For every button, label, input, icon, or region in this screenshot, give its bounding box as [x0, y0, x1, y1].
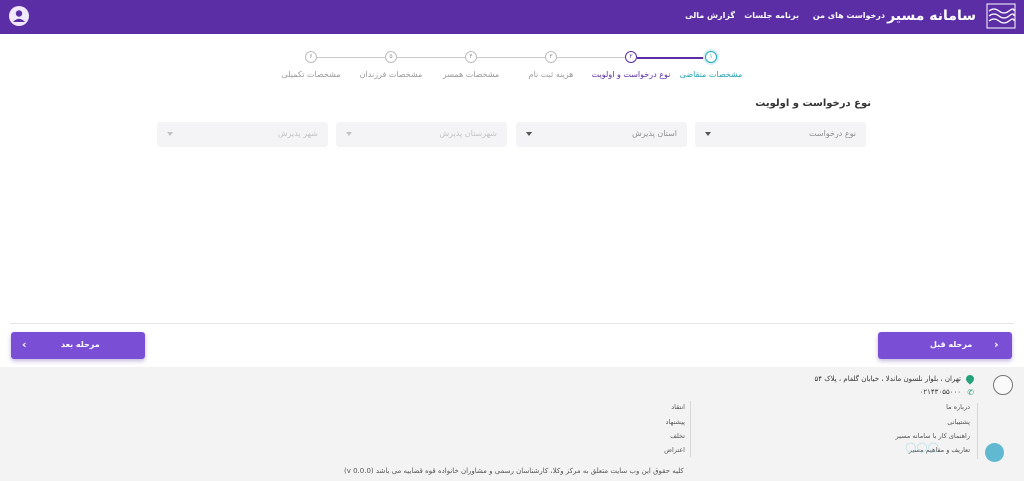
footer-link-objection[interactable]: اعتراض: [664, 446, 685, 454]
city-select[interactable]: شهر پذیرش: [157, 122, 328, 147]
city-placeholder: شهر پذیرش: [277, 129, 318, 138]
step-label-children[interactable]: مشخصات فرزندان: [360, 70, 423, 79]
prev-step-label: مرحله قبل: [930, 340, 973, 349]
caret-down-icon: [526, 132, 532, 136]
step-circle-3[interactable]: ۳: [545, 51, 557, 63]
footer-link-guide[interactable]: راهنمای کار با سامانه مسیر: [896, 432, 970, 440]
step-label-registration-fee[interactable]: هزینه ثبت نام: [529, 70, 574, 79]
step-connector: [477, 57, 545, 58]
caret-down-icon: [346, 132, 352, 136]
step-connector: [317, 57, 385, 58]
phone-icon: ✆: [967, 388, 974, 397]
divider: [10, 323, 1014, 324]
step-label-additional[interactable]: مشخصات تکمیلی: [281, 70, 340, 79]
step-circle-2[interactable]: ۲: [625, 51, 637, 63]
user-avatar[interactable]: [9, 6, 29, 26]
step-label-request-type[interactable]: نوع درخواست و اولویت: [592, 70, 671, 79]
step-label-spouse[interactable]: مشخصات همسر: [443, 70, 499, 79]
footer-link-about[interactable]: درباره ما: [946, 403, 970, 411]
nav-my-requests[interactable]: درخواست های من: [813, 11, 885, 20]
province-select[interactable]: استان پذیرش: [516, 122, 687, 147]
step-connector-done: [637, 57, 705, 59]
caret-down-icon: [167, 132, 173, 136]
chevron-left-icon: ‹: [22, 338, 27, 351]
section-title: نوع درخواست و اولویت: [755, 98, 871, 109]
request-type-placeholder: نوع درخواست: [809, 129, 856, 138]
footer-link-criticism[interactable]: انتقاد: [671, 403, 685, 411]
footer-link-violation[interactable]: تخلف: [670, 432, 685, 440]
nav-financial-report[interactable]: گزارش مالی: [685, 11, 735, 20]
chat-widget-icon[interactable]: [985, 443, 1004, 462]
province-placeholder: استان پذیرش: [631, 129, 677, 138]
nav-meetings[interactable]: برنامه جلسات: [744, 11, 799, 20]
brand-title: سامانه مسیر: [887, 8, 976, 24]
step-circle-5[interactable]: ۵: [385, 51, 397, 63]
footer-vertical-divider: [690, 401, 691, 457]
step-circle-4[interactable]: ۴: [465, 51, 477, 63]
step-connector: [397, 57, 465, 58]
prev-step-button[interactable]: › مرحله قبل: [878, 332, 1012, 359]
county-select[interactable]: شهرستان پذیرش: [336, 122, 507, 147]
request-type-select[interactable]: نوع درخواست: [695, 122, 866, 147]
footer-link-support[interactable]: پشتیبانی: [947, 418, 970, 426]
footer-phone: ۰۲۱۴۳۰۵۵۰۰۰: [919, 388, 961, 396]
footer-copyright: کلیه حقوق این وب سایت متعلق به مرکز وکلا…: [344, 467, 684, 475]
next-step-button[interactable]: ‹ مرحله بعد: [11, 332, 145, 359]
footer-vertical-divider: [977, 403, 978, 459]
caret-down-icon: [705, 132, 711, 136]
footer-address: تهران ، بلوار نلسون ماندلا ، خیابان گلفا…: [814, 375, 962, 383]
footer-link-suggestion[interactable]: پیشنهاد: [666, 418, 685, 426]
top-header: سامانه مسیر درخواست های من برنامه جلسات …: [0, 0, 1024, 34]
judiciary-emblem-icon: [993, 375, 1013, 395]
chevron-right-icon: ›: [994, 338, 999, 351]
page-footer: [0, 367, 1024, 481]
next-step-label: مرحله بعد: [61, 340, 100, 349]
step-circle-6[interactable]: ۶: [305, 51, 317, 63]
step-connector: [557, 57, 625, 58]
county-placeholder: شهرستان پذیرش: [439, 129, 497, 138]
step-label-applicant[interactable]: مشخصات متقاضی: [680, 70, 743, 79]
user-icon: [13, 10, 25, 22]
step-circle-1[interactable]: ۱: [705, 51, 717, 63]
watermark-logo: ○○○: [905, 440, 940, 455]
logo-icon[interactable]: [986, 3, 1016, 29]
